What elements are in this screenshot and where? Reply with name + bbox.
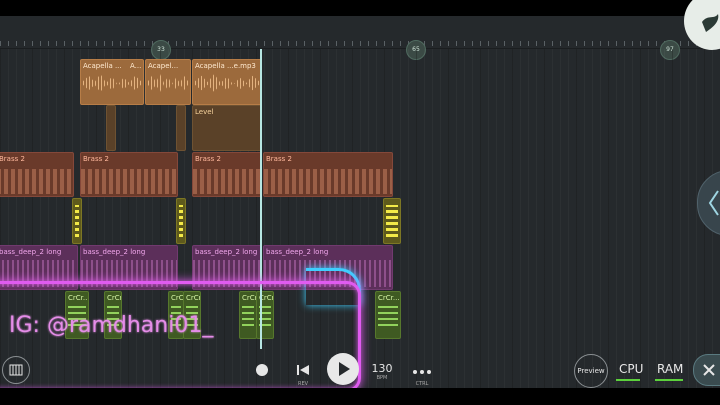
note-preview [378, 306, 398, 326]
ram-meter-label: RAM [657, 362, 684, 376]
clip-automation[interactable] [106, 105, 116, 151]
clip-acapella[interactable]: Acapel... [145, 59, 191, 105]
ctrl-label: CTRL [415, 381, 429, 387]
nav-bar [0, 388, 720, 405]
clip-label: Brass 2 [0, 155, 25, 163]
clip-label: CrCr... [378, 294, 400, 302]
clip-brass[interactable]: Brass 2 [263, 152, 393, 197]
note-preview [193, 169, 261, 194]
clip-label: bass_deep_2 long [195, 248, 258, 256]
clip-level-automation[interactable]: Level [192, 105, 262, 151]
clip-brass[interactable]: Brass 2 [192, 152, 262, 197]
note-preview [386, 205, 398, 237]
clip-drum[interactable]: CrCr... [375, 291, 401, 339]
rewind-icon [297, 365, 309, 375]
waveform [148, 74, 188, 92]
clip-pattern[interactable] [176, 198, 186, 244]
chevron-left-icon [708, 190, 719, 216]
ctrl-button[interactable]: CTRL [410, 362, 434, 387]
close-icon [703, 364, 715, 376]
clip-label: Acapella ... [83, 62, 122, 70]
ram-meter-bar [655, 379, 683, 381]
piano-roll-button[interactable] [2, 356, 30, 384]
note-preview [179, 205, 183, 237]
waveform [83, 74, 141, 92]
clip-label: bass_deep_2 long [83, 248, 146, 256]
clip-label: Level [195, 108, 214, 116]
note-preview [0, 169, 73, 194]
note-preview [81, 169, 177, 194]
cpu-meter-label: CPU [619, 362, 644, 376]
clip-pattern[interactable] [72, 198, 82, 244]
more-icon [413, 370, 431, 374]
timeline-ruler[interactable]: 33 65 97 [0, 16, 720, 60]
clip-label: bass_deep_2 long [266, 248, 329, 256]
rewind-button[interactable]: REV [293, 362, 313, 387]
clip-label: Brass 2 [266, 155, 292, 163]
clip-acapella[interactable]: Acapella ... A... [80, 59, 144, 105]
daw-screen: 33 65 97 Acapella ... A... Acapel... Aca… [0, 0, 720, 405]
clip-label: Brass 2 [195, 155, 221, 163]
clip-acapella[interactable]: Acapella ...e.mp3 [192, 59, 262, 105]
rev-label: REV [297, 381, 309, 387]
fl-logo-icon[interactable] [684, 0, 720, 50]
clip-brass[interactable]: Brass 2 [0, 152, 74, 197]
status-bar [0, 0, 720, 16]
preview-button[interactable]: Preview [574, 354, 608, 388]
piano-icon [9, 364, 23, 376]
bpm-value: 130 [371, 362, 393, 375]
clip-label: bass_deep_2 long [0, 248, 62, 256]
clip-label: Acapel... [148, 62, 179, 70]
clip-brass[interactable]: Brass 2 [80, 152, 178, 197]
bpm-label: BPM [376, 375, 388, 381]
clip-label: Brass 2 [83, 155, 109, 163]
note-preview [264, 169, 392, 194]
play-button[interactable] [327, 353, 359, 385]
record-button[interactable] [256, 364, 268, 376]
clip-label: A... [130, 62, 142, 70]
waveform [195, 74, 259, 92]
note-preview [75, 205, 79, 237]
clip-pattern[interactable] [383, 198, 401, 244]
tempo-control[interactable]: 130 BPM [368, 362, 396, 386]
clip-automation[interactable] [176, 105, 186, 151]
watermark-text: IG: @ramdhani01_ [9, 313, 214, 338]
cpu-meter-bar [616, 379, 640, 381]
clip-label: Acapella ...e.mp3 [195, 62, 256, 70]
close-button[interactable] [693, 354, 720, 386]
play-icon [339, 362, 350, 376]
